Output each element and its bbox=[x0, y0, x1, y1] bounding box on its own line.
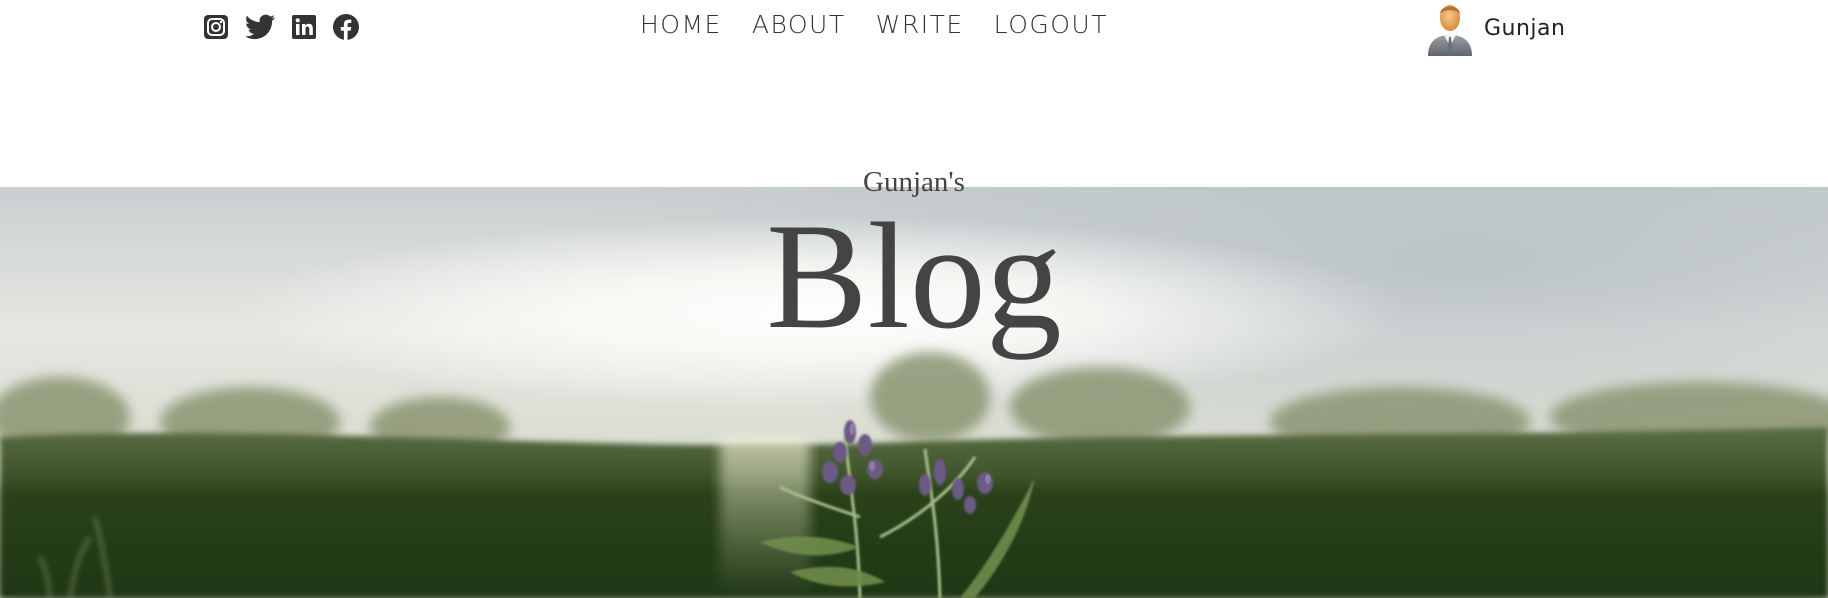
linkedin-icon[interactable] bbox=[290, 13, 318, 41]
nav-logout-link[interactable]: LOGOUT bbox=[994, 10, 1108, 39]
user-avatar-icon[interactable] bbox=[1424, 0, 1476, 56]
nav-write-link[interactable]: WRITE bbox=[876, 10, 964, 39]
top-bar: HOME ABOUT WRITE LOGOUT Gunjan bbox=[0, 0, 1828, 56]
instagram-icon[interactable] bbox=[202, 13, 230, 41]
blog-title: Blog bbox=[766, 192, 1062, 360]
facebook-icon[interactable] bbox=[332, 13, 360, 41]
nav-home-link[interactable]: HOME bbox=[640, 10, 722, 39]
nav-about-link[interactable]: ABOUT bbox=[752, 10, 846, 39]
twitter-icon[interactable] bbox=[244, 13, 276, 41]
social-links bbox=[202, 13, 360, 41]
user-profile[interactable]: Gunjan bbox=[1424, 0, 1565, 56]
username[interactable]: Gunjan bbox=[1484, 16, 1565, 41]
main-nav: HOME ABOUT WRITE LOGOUT bbox=[640, 10, 1108, 39]
